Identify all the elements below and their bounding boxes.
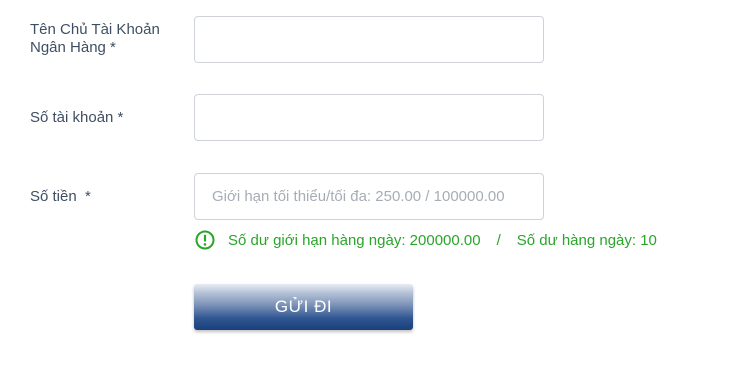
amount-label: Số tiền *: [30, 188, 91, 205]
daily-limit-text: Số dư giới hạn hàng ngày: 200000.00: [228, 231, 481, 249]
withdraw-form: Tên Chủ Tài Khoản Ngân Hàng * Số tài kho…: [0, 0, 750, 383]
account-holder-label: Tên Chủ Tài Khoản Ngân Hàng *: [30, 21, 160, 56]
account-number-input[interactable]: [194, 94, 544, 141]
submit-button[interactable]: GỬI ĐI: [194, 284, 413, 330]
amount-input[interactable]: [194, 173, 544, 220]
exclamation-circle-icon: [195, 230, 215, 250]
limit-hint: Số dư giới hạn hàng ngày: 200000.00 / Số…: [195, 229, 657, 251]
account-number-label: Số tài khoản *: [30, 109, 124, 126]
daily-count-text: Số dư hàng ngày: 10: [516, 231, 657, 249]
hint-separator: /: [496, 231, 501, 249]
account-holder-input[interactable]: [194, 16, 544, 63]
